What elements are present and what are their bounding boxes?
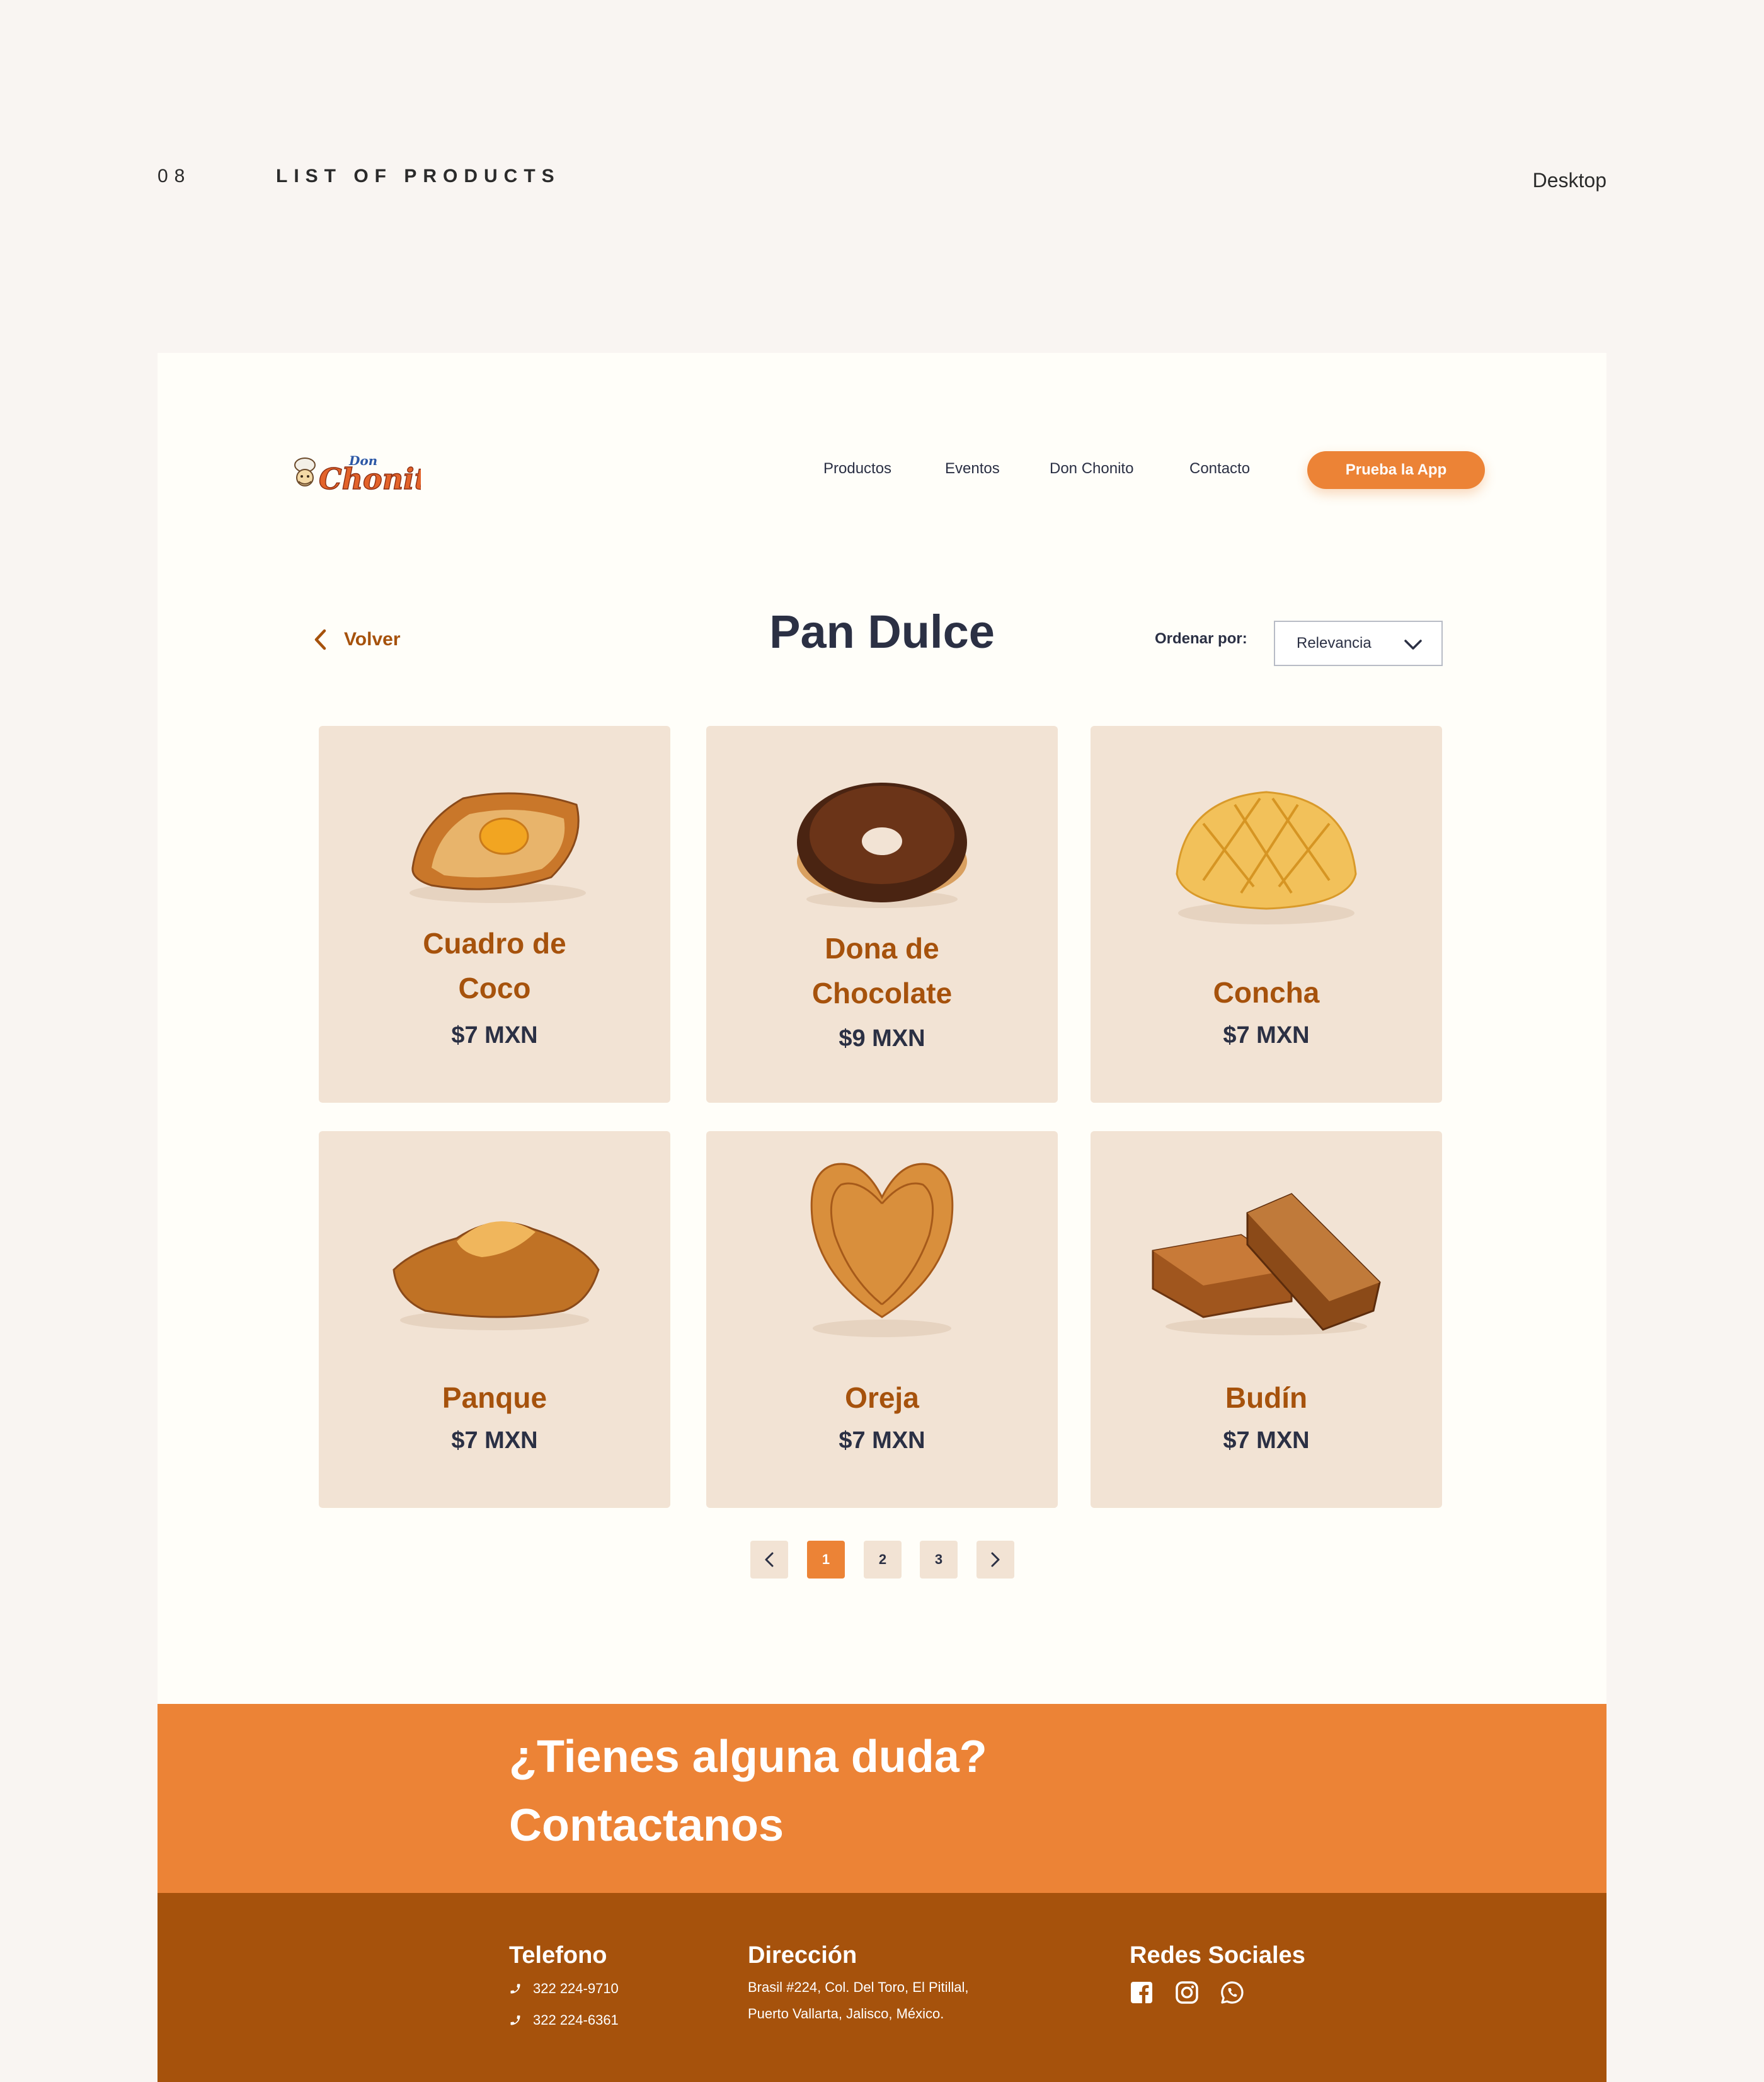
product-price: $7 MXN [839,1427,925,1454]
sort-label: Ordenar por: [1155,630,1247,647]
product-card[interactable]: Budín $7 MXN [1091,1131,1442,1508]
nav-contacto[interactable]: Contacto [1189,460,1250,478]
nav-eventos[interactable]: Eventos [945,460,1000,478]
whatsapp-icon[interactable] [1220,1981,1244,2004]
phone-title: Telefono [509,1942,607,1969]
coconut-bread-image [410,792,586,903]
phone-line-1[interactable]: 322 224-9710 [509,1981,619,1997]
next-page-button[interactable] [976,1541,1014,1579]
page-3-button[interactable]: 3 [920,1541,958,1579]
bread-pudding-image [1152,1193,1381,1335]
address-line-2: Puerto Vallarta, Jalisco, México. [748,2006,944,2022]
product-price: $9 MXN [839,1025,925,1052]
instagram-icon[interactable] [1175,1981,1199,2004]
product-price: $7 MXN [1223,1427,1310,1454]
nav-don-chonito[interactable]: Don Chonito [1050,460,1133,478]
phone-icon [510,2015,520,2025]
chevron-right-icon [991,1552,1000,1567]
product-name: Budín [1225,1381,1308,1414]
address-title: Dirección [748,1942,857,1969]
oreja-image [810,1163,954,1337]
social-title: Redes Sociales [1130,1942,1305,1969]
footer-phone-section: Telefono 322 224-9710 322 224-6361 [509,1942,619,2044]
chevron-down-icon [1404,640,1422,650]
product-name: Concha [1213,976,1320,1009]
product-card[interactable]: Concha $7 MXN [1091,726,1442,1103]
product-price: $7 MXN [451,1022,538,1049]
product-card[interactable]: Panque $7 MXN [319,1131,670,1508]
chef-mascot-icon [294,457,316,486]
page-frame: Don Chonito Productos Eventos Don Chonit… [158,353,1606,2082]
sort-dropdown[interactable]: Relevancia [1274,621,1443,666]
chocolate-donut-image [797,783,967,908]
product-price: $7 MXN [1223,1022,1310,1049]
product-price: $7 MXN [451,1427,538,1454]
svg-text:Chonito: Chonito [319,462,421,496]
product-card[interactable]: Dona de Chocolate $9 MXN [706,726,1058,1103]
don-chonito-logo[interactable]: Don Chonito [289,446,421,498]
page-2-button[interactable]: 2 [864,1541,902,1579]
device-label: Desktop [1532,169,1606,192]
top-number: 08 [158,166,192,187]
product-name: Dona de Chocolate [811,932,953,1009]
facebook-icon[interactable] [1130,1981,1154,2004]
prev-page-button[interactable] [750,1541,788,1579]
phone-line-2[interactable]: 322 224-6361 [509,2012,619,2028]
address-line-1: Brasil #224, Col. Del Toro, El Pitillal, [748,1979,969,1995]
footer-address-section: Dirección Brasil #224, Col. Del Toro, El… [748,1942,969,2027]
page-1-button[interactable]: 1 [807,1541,845,1579]
product-card[interactable]: Oreja $7 MXN [706,1131,1058,1508]
nav-productos[interactable]: Productos [823,460,891,478]
contact-banner: ¿Tienes alguna duda? Contactanos [158,1704,1606,1893]
product-name: Panque [442,1381,547,1414]
section-label: LIST OF PRODUCTS [276,166,561,187]
product-name: Oreja [845,1381,919,1414]
chevron-left-icon [765,1552,774,1567]
footer: Telefono 322 224-9710 322 224-6361 Direc… [158,1893,1606,2082]
footer-social-section: Redes Sociales [1130,1942,1305,2004]
try-app-button[interactable]: Prueba la App [1307,451,1485,489]
phone-icon [510,1984,520,1994]
product-name: Cuadro de Coco [423,927,566,1004]
sort-value: Relevancia [1297,635,1372,652]
product-card[interactable]: Cuadro de Coco $7 MXN [319,726,670,1103]
concha-image [1176,791,1357,924]
pound-cake-image [392,1221,600,1330]
